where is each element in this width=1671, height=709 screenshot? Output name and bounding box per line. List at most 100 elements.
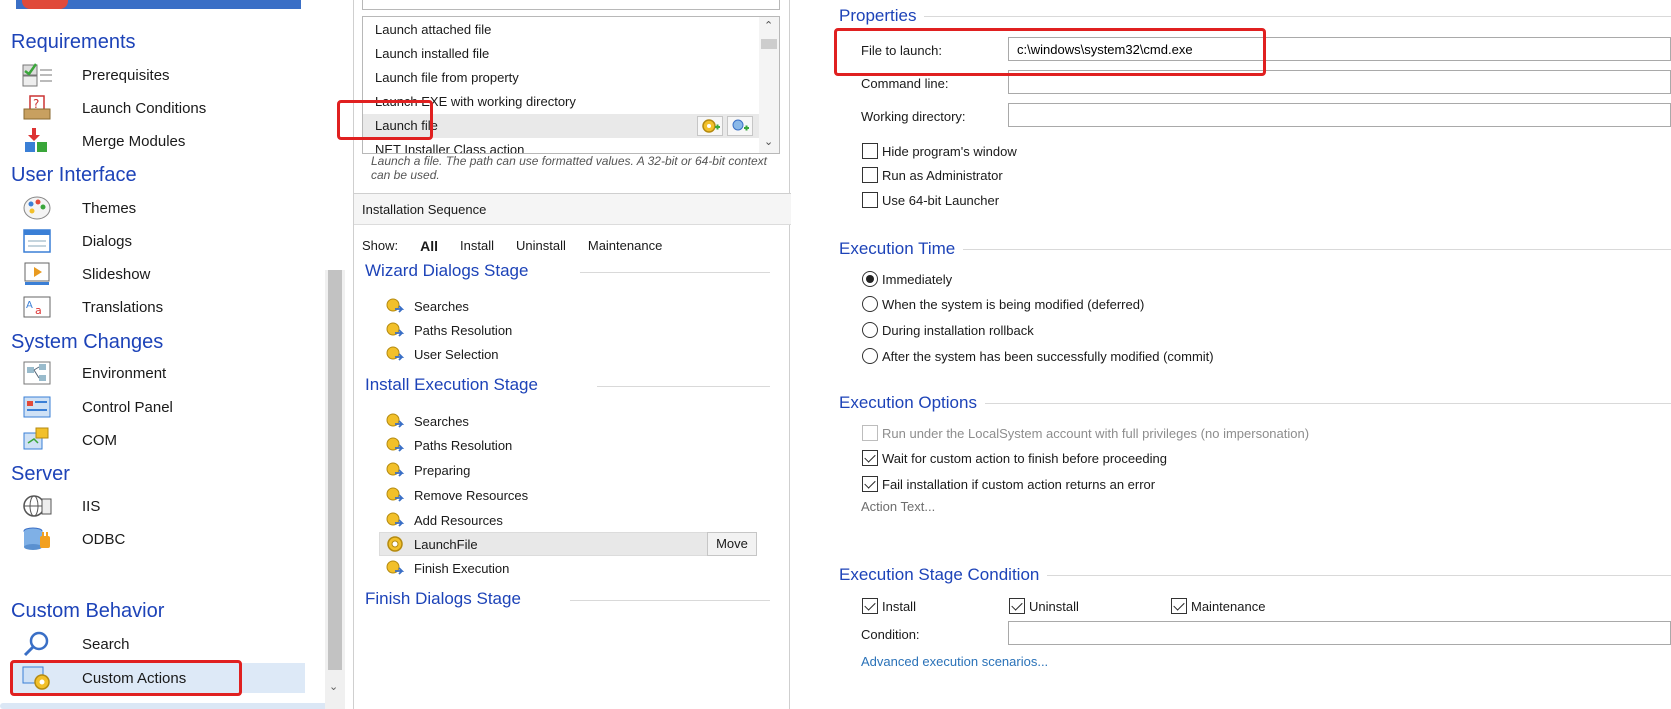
checkbox-box[interactable] xyxy=(862,476,878,492)
use-64bit-launcher-checkbox[interactable]: Use 64-bit Launcher xyxy=(862,191,999,209)
sequence-item[interactable]: Preparing xyxy=(385,458,470,482)
radio-button[interactable] xyxy=(862,348,878,364)
command-line-input[interactable] xyxy=(1008,70,1671,94)
checkbox-label: Run as Administrator xyxy=(882,167,1003,183)
group-divider xyxy=(839,249,1671,250)
com-icon xyxy=(22,427,54,453)
action-text-link[interactable]: Action Text... xyxy=(861,499,935,514)
section-title-requirements: Requirements xyxy=(11,31,136,53)
sidebar-item-slideshow[interactable]: Slideshow xyxy=(10,259,305,289)
action-list-item[interactable]: Launch attached file xyxy=(363,18,759,42)
standard-action-icon xyxy=(385,436,405,454)
filter-install[interactable]: Install xyxy=(460,238,494,254)
sequence-item[interactable]: Paths Resolution xyxy=(385,318,512,342)
show-label: Show: xyxy=(362,238,399,253)
sequence-item[interactable]: Searches xyxy=(385,409,469,433)
checkbox-box[interactable] xyxy=(862,450,878,466)
checkbox-box[interactable] xyxy=(862,143,878,159)
checkbox-box[interactable] xyxy=(1171,598,1187,614)
radio-button[interactable] xyxy=(862,271,878,287)
sidebar-item-label: Environment xyxy=(82,364,167,382)
condition-input[interactable] xyxy=(1008,621,1671,645)
chevron-down-icon[interactable]: ⌄ xyxy=(329,680,338,693)
sidebar-item-themes[interactable]: Themes xyxy=(10,193,305,223)
sidebar-item-search[interactable]: Search xyxy=(10,629,305,659)
sidebar-item-dialogs[interactable]: Dialogs xyxy=(10,226,305,256)
filter-maintenance[interactable]: Maintenance xyxy=(588,238,662,254)
advanced-execution-link[interactable]: Advanced execution scenarios... xyxy=(861,654,1048,669)
file-to-launch-label: File to launch: xyxy=(861,43,942,58)
action-list-item[interactable]: Launch installed file xyxy=(363,42,759,66)
sidebar-item-com[interactable]: COM xyxy=(10,425,305,455)
radio-immediately[interactable]: Immediately xyxy=(862,270,952,288)
gear-add-icon xyxy=(702,119,720,133)
file-to-launch-input[interactable] xyxy=(1008,37,1671,61)
sequence-item[interactable]: Add Resources xyxy=(385,508,503,532)
sidebar-item-control-panel[interactable]: Control Panel xyxy=(10,392,305,422)
condition-maintenance-checkbox[interactable]: Maintenance xyxy=(1171,597,1265,615)
add-action-sequence-button[interactable] xyxy=(727,116,753,136)
filter-all[interactable]: All xyxy=(420,238,438,254)
action-list-item-selected[interactable]: Launch file xyxy=(363,114,759,138)
sequence-item[interactable]: Searches xyxy=(385,294,469,318)
radio-button[interactable] xyxy=(862,322,878,338)
sidebar-item-environment[interactable]: Environment xyxy=(10,358,305,388)
sequence-item-selected[interactable]: LaunchFile xyxy=(385,532,478,556)
sequence-item[interactable]: Paths Resolution xyxy=(385,433,512,457)
radio-deferred[interactable]: When the system is being modified (defer… xyxy=(862,295,1144,313)
sidebar-item-translations[interactable]: Aa Translations xyxy=(10,292,305,322)
sidebar-item-custom-actions[interactable]: Custom Actions xyxy=(10,663,305,693)
checkbox-box[interactable] xyxy=(862,167,878,183)
sidebar-item-launch-conditions[interactable]: ? Launch Conditions xyxy=(10,93,305,123)
radio-rollback[interactable]: During installation rollback xyxy=(862,321,1034,339)
sidebar-item-odbc[interactable]: ODBC xyxy=(10,524,305,554)
action-list-item[interactable]: Launch EXE with working directory xyxy=(363,90,759,114)
sidebar-scrollbar[interactable]: ⌄ xyxy=(325,270,345,709)
condition-uninstall-checkbox[interactable]: Uninstall xyxy=(1009,597,1079,615)
sidebar-item-label: ODBC xyxy=(82,530,126,548)
section-title-system-changes: System Changes xyxy=(11,331,164,353)
checkbox-label: Run under the LocalSystem account with f… xyxy=(882,425,1310,441)
group-divider xyxy=(839,16,1671,17)
stage-divider xyxy=(580,272,770,273)
action-list-item-label: Launch file xyxy=(375,118,438,133)
sequence-item[interactable]: Remove Resources xyxy=(385,483,528,507)
move-button[interactable]: Move xyxy=(707,532,757,556)
sequence-filter-bar: Show: All Install Uninstall Maintenance xyxy=(362,238,684,254)
sequence-item[interactable]: User Selection xyxy=(385,342,499,366)
checkbox-box xyxy=(862,425,878,441)
checkbox-box[interactable] xyxy=(862,598,878,614)
action-list-scrollbar[interactable]: ⌃ ⌄ xyxy=(759,17,779,153)
sidebar-scrollbar-thumb[interactable] xyxy=(328,270,342,670)
svg-text:A: A xyxy=(26,300,33,311)
wait-for-finish-checkbox[interactable]: Wait for custom action to finish before … xyxy=(862,449,1167,467)
chevron-up-icon[interactable]: ⌃ xyxy=(764,19,773,32)
selected-item-strip[interactable] xyxy=(16,0,301,9)
filter-uninstall[interactable]: Uninstall xyxy=(516,238,566,254)
run-as-admin-checkbox[interactable]: Run as Administrator xyxy=(862,166,1003,184)
hide-window-checkbox[interactable]: Hide program's window xyxy=(862,142,1017,160)
stage-divider xyxy=(597,386,770,387)
action-list-item[interactable]: Launch file from property xyxy=(363,66,759,90)
standard-action-icon xyxy=(385,345,405,363)
chevron-down-icon[interactable]: ⌄ xyxy=(764,135,773,148)
radio-button[interactable] xyxy=(862,296,878,312)
custom-action-list[interactable]: Launch attached file Launch installed fi… xyxy=(362,16,780,154)
sequence-item[interactable]: Finish Execution xyxy=(385,556,509,580)
sidebar-item-label: Themes xyxy=(82,199,137,217)
radio-commit[interactable]: After the system has been successfully m… xyxy=(862,347,1214,365)
working-directory-input[interactable] xyxy=(1008,103,1671,127)
sequence-item-label: Paths Resolution xyxy=(414,322,513,338)
condition-install-checkbox[interactable]: Install xyxy=(862,597,916,615)
sidebar-item-prerequisites[interactable]: Prerequisites xyxy=(10,60,305,90)
action-list-scrollbar-thumb[interactable] xyxy=(761,39,777,49)
sidebar-item-merge-modules[interactable]: Merge Modules xyxy=(10,126,305,156)
checkbox-box[interactable] xyxy=(1009,598,1025,614)
add-action-button[interactable] xyxy=(697,116,723,136)
fail-on-error-checkbox[interactable]: Fail installation if custom action retur… xyxy=(862,475,1155,493)
checkbox-box[interactable] xyxy=(862,192,878,208)
sidebar-item-label: Merge Modules xyxy=(82,132,186,150)
action-search-input[interactable] xyxy=(362,0,780,10)
sidebar-item-iis[interactable]: IIS xyxy=(10,491,305,521)
action-list-item[interactable]: NET Installer Class action xyxy=(363,138,759,153)
